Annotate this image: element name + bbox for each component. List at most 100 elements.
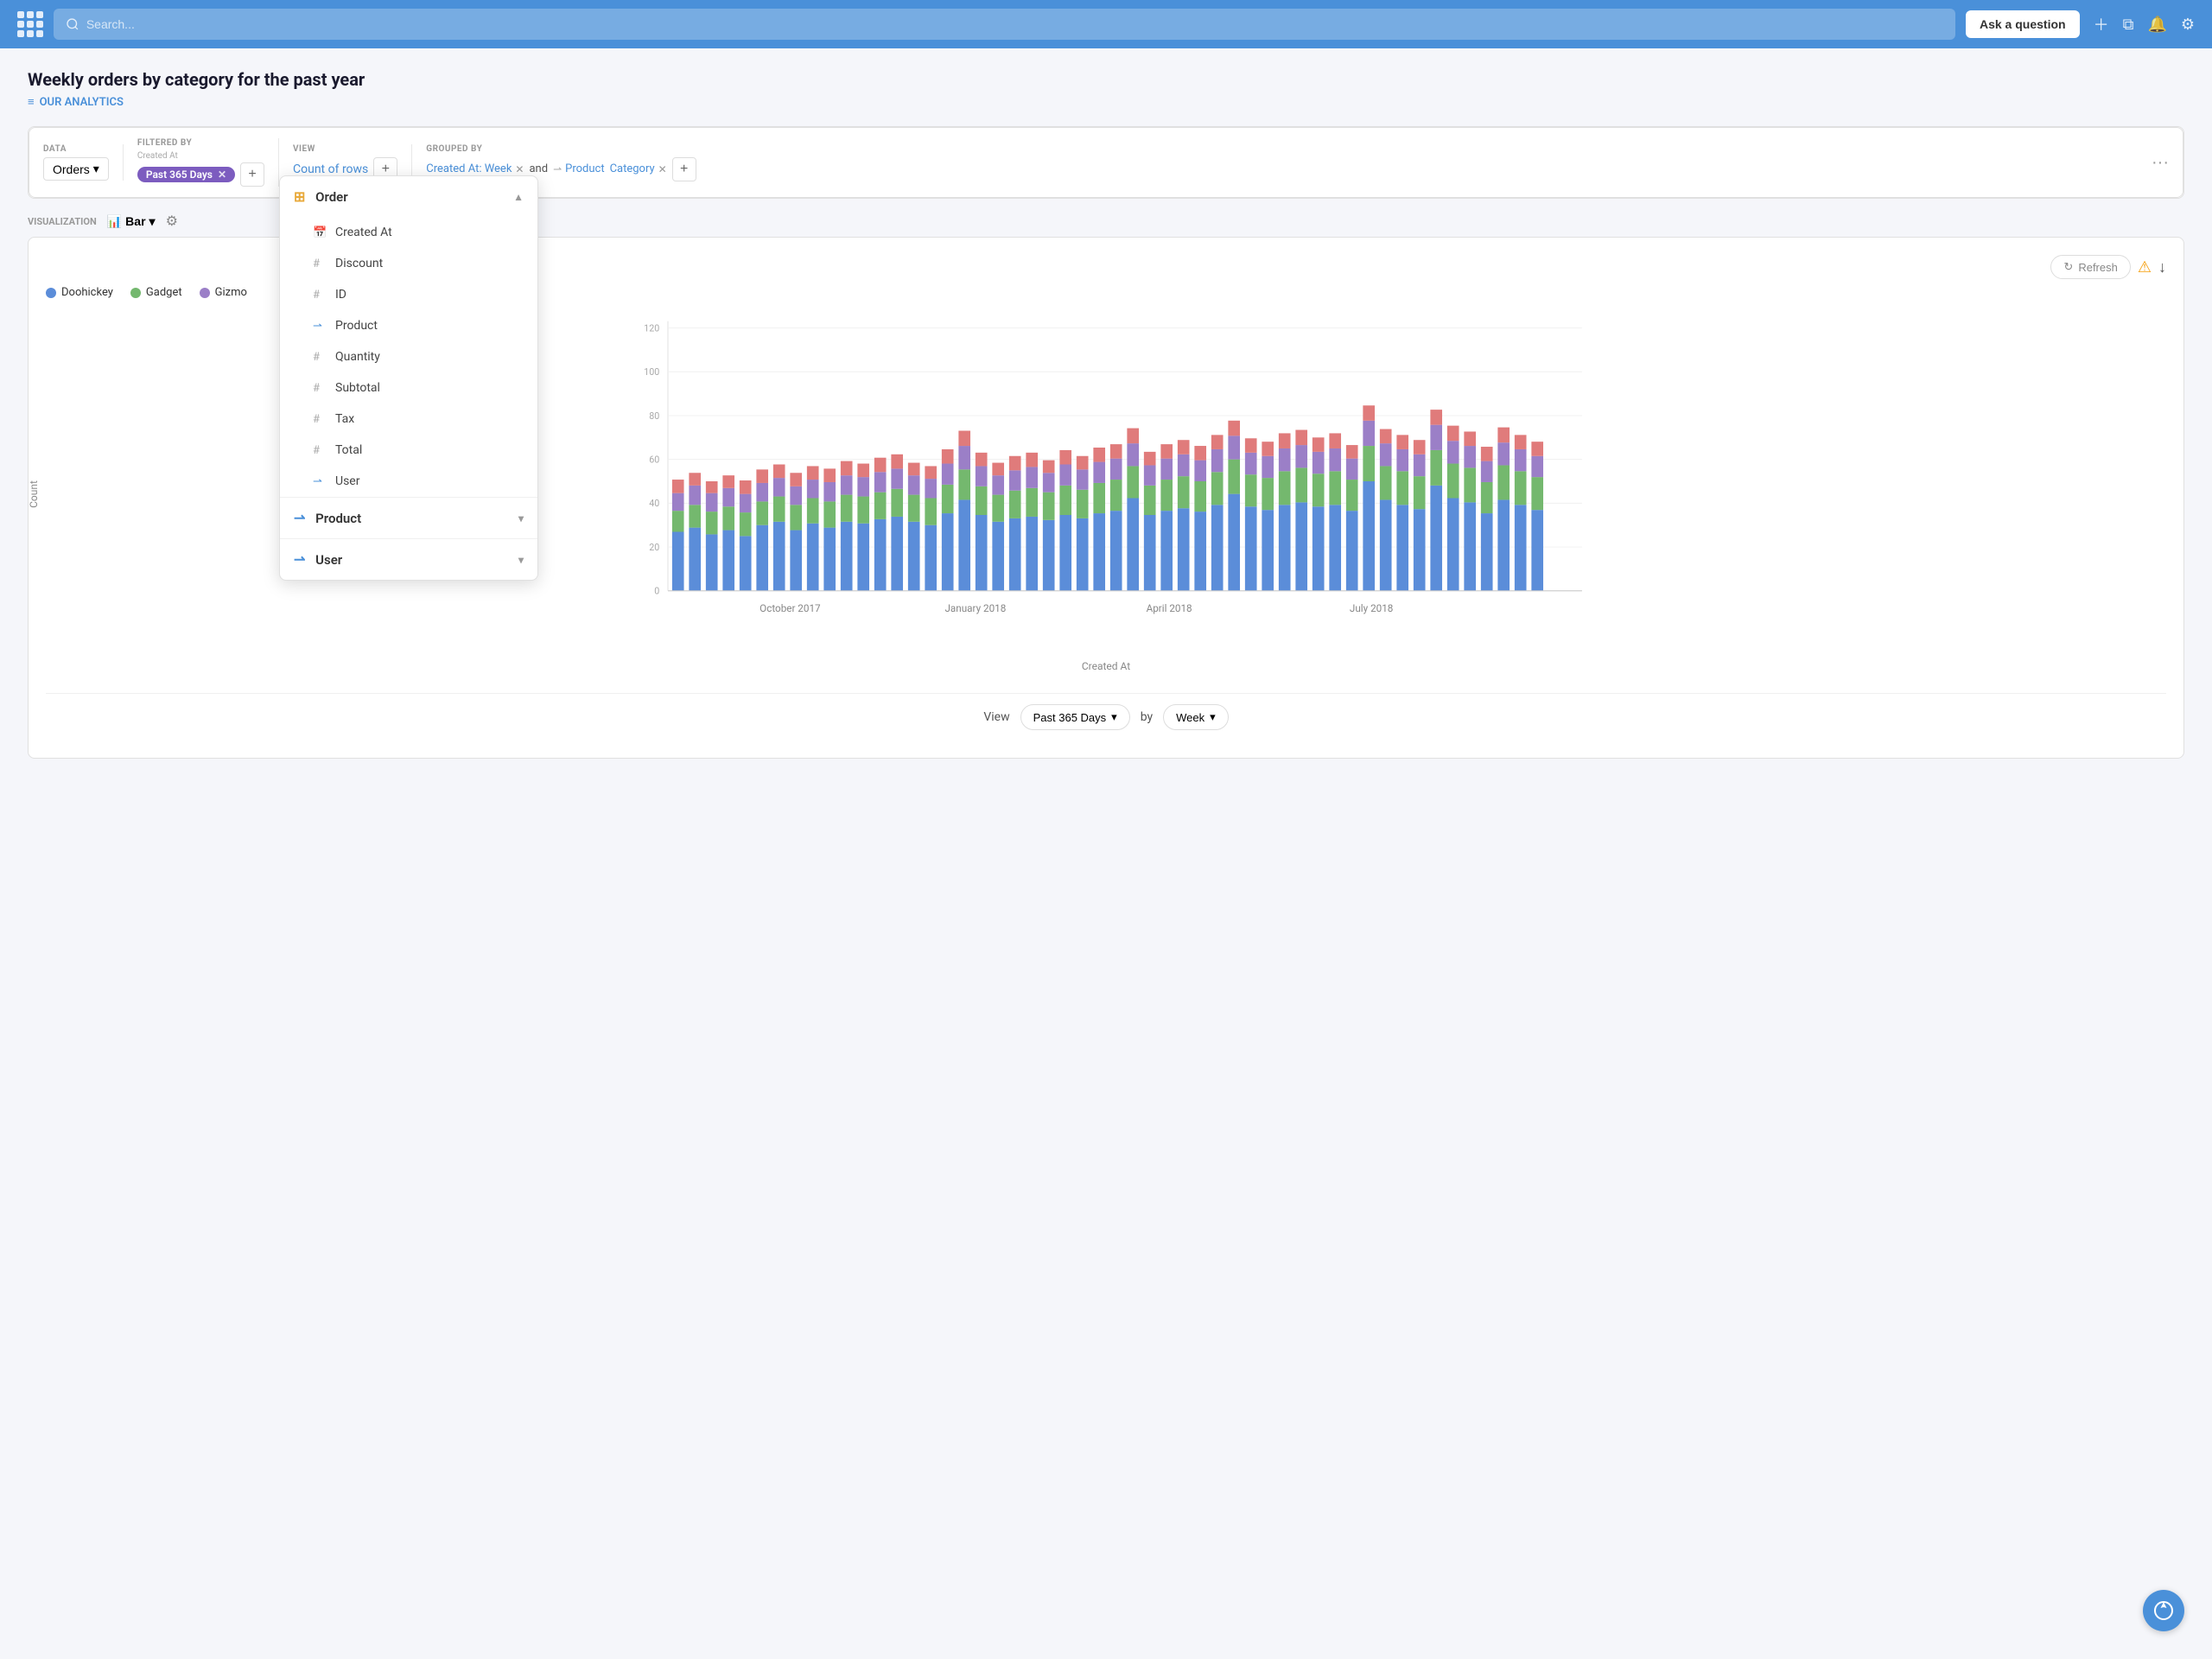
search-bar[interactable] (54, 9, 1955, 40)
header: Ask a question ＋ ⧉ 🔔 ⚙ (0, 0, 2212, 48)
dropdown-item-created-at[interactable]: 📅 Created At (280, 217, 537, 248)
chip-close-icon[interactable]: ✕ (218, 168, 226, 181)
period-select[interactable]: Past 365 Days ▾ (1020, 704, 1130, 730)
header-right: Ask a question ＋ ⧉ 🔔 ⚙ (1966, 10, 2195, 38)
orders-select[interactable]: Orders ▾ (43, 157, 109, 181)
legend-dot-gizmo (200, 288, 210, 298)
remove-category-icon[interactable]: ✕ (658, 163, 667, 175)
dropdown-header-product[interactable]: ⇀ Product ▾ (280, 498, 537, 538)
new-item-icon[interactable]: ＋ (2094, 13, 2109, 35)
remove-created-at-icon[interactable]: ✕ (515, 163, 524, 175)
view-label: View (983, 710, 1009, 724)
dropdown-header-order[interactable]: ⊞ Order ▲ (280, 176, 537, 217)
add-filter-button[interactable]: + (240, 162, 264, 187)
grouped-created-at[interactable]: Created At: Week ✕ (426, 162, 524, 175)
dropdown-section-user: ⇀ User ▾ (280, 539, 537, 580)
filtered-by-section: FILTERED BY Created At Past 365 Days ✕ + (124, 138, 279, 187)
svg-text:100: 100 (644, 366, 659, 378)
grouped-category[interactable]: Category ✕ (610, 162, 667, 175)
add-group-button[interactable]: + (672, 157, 696, 181)
download-icon[interactable]: ↓ (2158, 258, 2166, 276)
filter-group: Created At Past 365 Days ✕ + (137, 151, 264, 187)
dropdown-panel: ⊞ Order ▲ 📅 Created At # Discount (279, 175, 538, 581)
filter-chip[interactable]: Past 365 Days ✕ (137, 167, 235, 182)
svg-text:60: 60 (649, 454, 659, 466)
dropdown-section-product: ⇀ Product ▾ (280, 498, 537, 539)
grouped-by-section: GROUPED BY Created At: Week ✕ and ⇀ Prod… (412, 144, 2152, 181)
hash-icon-id: # (313, 289, 327, 302)
grouped-by-label: GROUPED BY (426, 144, 2138, 154)
search-icon (66, 17, 79, 31)
svg-text:20: 20 (649, 542, 659, 553)
share-icon-product: ⇀ (313, 320, 327, 333)
compass-icon (2153, 1600, 2174, 1621)
grouped-and-connector: and (529, 162, 548, 175)
chart-settings-button[interactable]: ⚙ (166, 213, 178, 230)
dropdown-header-user[interactable]: ⇀ User ▾ (280, 539, 537, 580)
dropdown-item-id[interactable]: # ID (280, 279, 537, 310)
user-share-icon: ⇀ (294, 551, 305, 568)
legend-item-gizmo[interactable]: Gizmo (200, 286, 247, 299)
page-title: Weekly orders by category for the past y… (28, 69, 2184, 90)
data-label: DATA (43, 144, 109, 154)
dropdown-item-tax[interactable]: # Tax (280, 404, 537, 435)
share-icon-user: ⇀ (313, 475, 327, 488)
filter-created-at-label: Created At (137, 151, 264, 161)
svg-text:January 2018: January 2018 (944, 602, 1006, 614)
grouped-product[interactable]: ⇀ Product (553, 162, 605, 175)
query-toolbar: DATA Orders ▾ FILTERED BY Created At (28, 126, 2184, 199)
legend-dot-gadget (130, 288, 141, 298)
filtered-by-label: FILTERED BY (137, 138, 264, 148)
calendar-icon: 📅 (313, 226, 327, 239)
order-collapse-icon[interactable]: ▲ (513, 191, 524, 203)
svg-text:0: 0 (654, 586, 659, 597)
hash-icon-discount: # (313, 257, 327, 270)
dropdown-item-product[interactable]: ⇀ Product (280, 310, 537, 341)
warning-icon: ⚠ (2138, 258, 2152, 276)
hash-icon-quantity: # (313, 351, 327, 364)
count-of-rows-item[interactable]: Count of rows (293, 162, 368, 176)
hash-icon-total: # (313, 444, 327, 457)
dropdown-item-subtotal[interactable]: # Subtotal (280, 372, 537, 404)
svg-text:July 2018: July 2018 (1350, 602, 1393, 614)
dropdown-item-discount[interactable]: # Discount (280, 248, 537, 279)
refresh-button[interactable]: ↻ Refresh (2050, 255, 2130, 279)
order-table-icon: ⊞ (294, 188, 305, 205)
notification-icon[interactable]: 🔔 (2147, 16, 2166, 34)
svg-text:80: 80 (649, 410, 659, 422)
product-share-icon2: ⇀ (294, 510, 305, 526)
more-options-button[interactable]: ··· (2152, 153, 2169, 173)
interval-select[interactable]: Week ▾ (1163, 704, 1229, 730)
x-axis-label: Created At (46, 660, 2166, 672)
svg-text:40: 40 (649, 498, 659, 509)
product-share-icon: ⇀ (553, 163, 562, 175)
ask-question-button[interactable]: Ask a question (1966, 10, 2080, 38)
dropdown-item-quantity[interactable]: # Quantity (280, 341, 537, 372)
product-expand-icon[interactable]: ▾ (518, 512, 524, 524)
legend-item-gadget[interactable]: Gadget (130, 286, 182, 299)
settings-icon[interactable]: ⚙ (2181, 16, 2195, 34)
compass-button[interactable] (2143, 1590, 2184, 1631)
legend-item-doohickey[interactable]: Doohickey (46, 286, 113, 299)
analytics-stack-icon: ≡ (28, 95, 35, 109)
analytics-label[interactable]: ≡ OUR ANALYTICS (28, 95, 2184, 109)
view-label: VIEW (293, 144, 397, 154)
y-axis-label: Count (28, 480, 40, 508)
refresh-icon: ↻ (2063, 260, 2073, 274)
dropdown-item-total[interactable]: # Total (280, 435, 537, 466)
by-label: by (1141, 710, 1153, 724)
bookmark-icon[interactable]: ⧉ (2123, 16, 2134, 34)
svg-text:October 2017: October 2017 (760, 602, 821, 614)
svg-text:120: 120 (644, 322, 659, 334)
search-input[interactable] (86, 17, 1943, 31)
dropdown-item-user[interactable]: ⇀ User (280, 466, 537, 497)
svg-text:April 2018: April 2018 (1147, 602, 1192, 614)
app-logo[interactable] (17, 11, 43, 37)
data-section: DATA Orders ▾ (43, 144, 124, 181)
chart-footer: View Past 365 Days ▾ by Week ▾ (46, 693, 2166, 741)
dropdown-items-order: 📅 Created At # Discount # ID ⇀ Product (280, 217, 537, 497)
hash-icon-subtotal: # (313, 382, 327, 395)
hash-icon-tax: # (313, 413, 327, 426)
bar-type-select[interactable]: 📊 Bar ▾ (107, 214, 156, 229)
user-expand-icon[interactable]: ▾ (518, 554, 524, 566)
